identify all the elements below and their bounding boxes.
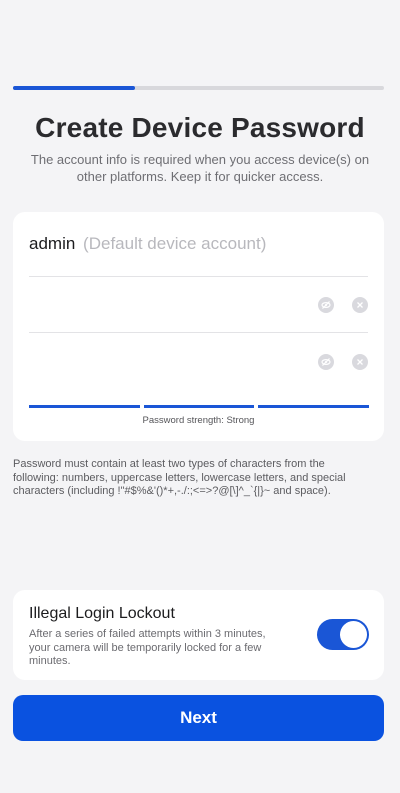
password-field-icons <box>318 297 368 313</box>
password-field[interactable] <box>29 278 299 330</box>
page-subtitle: The account info is required when you ac… <box>30 152 370 184</box>
next-button[interactable]: Next <box>13 695 384 741</box>
clear-icon[interactable] <box>352 354 368 370</box>
clear-icon[interactable] <box>352 297 368 313</box>
confirm-password-field[interactable] <box>29 334 299 394</box>
password-rules-text: Password must contain at least two types… <box>13 458 346 497</box>
password-strength-label: Password strength: Strong <box>142 415 255 426</box>
visibility-off-icon[interactable] <box>318 297 334 313</box>
strength-segment <box>29 405 140 408</box>
confirm-password-field-icons <box>318 354 368 370</box>
lockout-description: After a series of failed attempts within… <box>29 628 266 667</box>
page-title: Create Device Password <box>35 112 365 143</box>
account-value: admin <box>29 234 76 253</box>
setup-progress-fill <box>13 86 136 90</box>
account-field: admin (Default device account) <box>29 234 266 254</box>
setup-progress-bar <box>13 86 384 90</box>
lockout-toggle[interactable] <box>317 619 369 650</box>
strength-segment <box>143 405 255 408</box>
password-strength-meter <box>29 405 370 408</box>
password-form-card: admin (Default device account) Password … <box>13 212 384 441</box>
visibility-off-icon[interactable] <box>318 354 334 370</box>
lockout-card: Illegal Login Lockout After a series of … <box>13 590 384 680</box>
toggle-knob <box>340 621 367 648</box>
lockout-title: Illegal Login Lockout <box>29 605 175 622</box>
divider <box>29 332 368 333</box>
divider <box>29 276 368 277</box>
strength-segment <box>258 405 370 408</box>
account-hint: (Default device account) <box>83 234 267 253</box>
create-password-screen: Create Device Password The account info … <box>0 0 400 793</box>
